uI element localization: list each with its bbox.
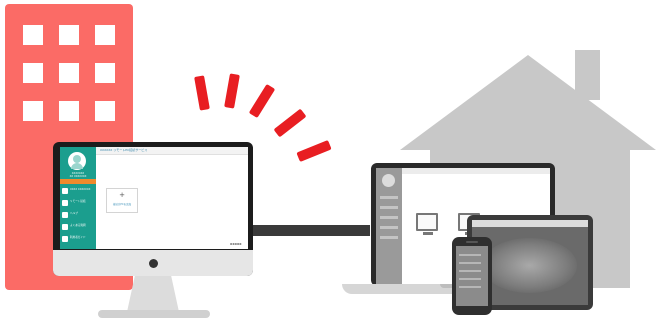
phone-list-line	[459, 278, 481, 280]
add-pc-label: 接続先PCを追加	[112, 203, 132, 206]
sidebar-accent-tab[interactable]	[60, 179, 96, 184]
phone-speaker	[466, 241, 478, 243]
building-window	[95, 101, 115, 121]
laptop-nav-item	[380, 196, 398, 199]
sidebar-item-label: XXXX XXXXXXX	[70, 188, 91, 191]
user-org: XX XXXXXXX	[69, 175, 87, 178]
signal-bar	[296, 139, 332, 163]
sidebar-item-faq[interactable]: よくある質問	[62, 223, 96, 232]
pc-icon	[416, 213, 438, 231]
phone-screen	[456, 246, 488, 306]
remote-icon	[62, 200, 68, 206]
phone-list-line	[459, 286, 481, 288]
pc-icon-stand	[423, 232, 433, 235]
signal-bar	[224, 73, 240, 109]
breadcrumb: XXXXXX リモートPC接続サービス	[100, 148, 148, 152]
monitor-foot	[98, 310, 210, 318]
building-window	[95, 25, 115, 45]
app-sidebar: XXXXXXX XX XXXXXXX XXXX XXXXXXX リモート接続 ヘ…	[60, 147, 96, 249]
sidebar-item-account[interactable]: XXXX XXXXXXX	[62, 187, 96, 196]
brand-logo: XXXXX	[230, 242, 242, 246]
user-avatar-icon	[68, 152, 86, 170]
building-window	[95, 63, 115, 83]
connection-line	[250, 225, 370, 236]
monitor-camera	[149, 259, 158, 268]
account-icon	[62, 188, 68, 194]
phone-list-line	[459, 262, 481, 264]
user-avatar-icon	[382, 174, 395, 187]
sidebar-item-remote[interactable]: リモート接続	[62, 199, 96, 208]
laptop-app-sidebar	[376, 168, 402, 284]
laptop-nav-item	[380, 216, 398, 219]
help-icon	[62, 212, 68, 218]
building-window	[59, 25, 79, 45]
add-pc-card[interactable]: + 接続先PCを追加	[106, 188, 138, 213]
signal-bar	[194, 75, 210, 111]
monitor-screen: XXXXXXX XX XXXXXXX XXXX XXXXXXX リモート接続 ヘ…	[60, 147, 248, 249]
phone-list-line	[459, 254, 481, 256]
signal-bar	[248, 83, 276, 119]
building-window	[59, 101, 79, 121]
sidebar-item-label: リモート接続	[70, 200, 86, 203]
app-header: XXXXXX リモートPC接続サービス	[96, 147, 248, 155]
laptop-nav-item	[380, 206, 398, 209]
laptop-nav-item	[380, 236, 398, 239]
remote-desktop-view	[482, 238, 577, 293]
guide-icon	[62, 236, 68, 242]
monitor-stand	[127, 276, 179, 312]
tablet-title-bar	[472, 220, 588, 227]
laptop-nav-item	[380, 226, 398, 229]
faq-icon	[62, 224, 68, 230]
building-window	[23, 101, 43, 121]
building-window	[59, 63, 79, 83]
avatar-body	[71, 163, 83, 169]
plus-icon: +	[119, 191, 125, 199]
house-chimney	[575, 50, 600, 100]
sidebar-item-guide[interactable]: 利用者ガイド	[62, 235, 96, 244]
sidebar-item-label: よくある質問	[70, 224, 86, 227]
sidebar-item-help[interactable]: ヘルプ	[62, 211, 96, 220]
house-icon	[400, 55, 656, 150]
phone-list-line	[459, 270, 481, 272]
signal-bar	[273, 108, 307, 138]
sidebar-item-label: ヘルプ	[70, 212, 78, 215]
sidebar-item-label: 利用者ガイド	[70, 236, 86, 239]
avatar-head	[73, 155, 81, 163]
laptop-app-header	[402, 168, 550, 174]
building-window	[23, 25, 43, 45]
building-window	[23, 63, 43, 83]
